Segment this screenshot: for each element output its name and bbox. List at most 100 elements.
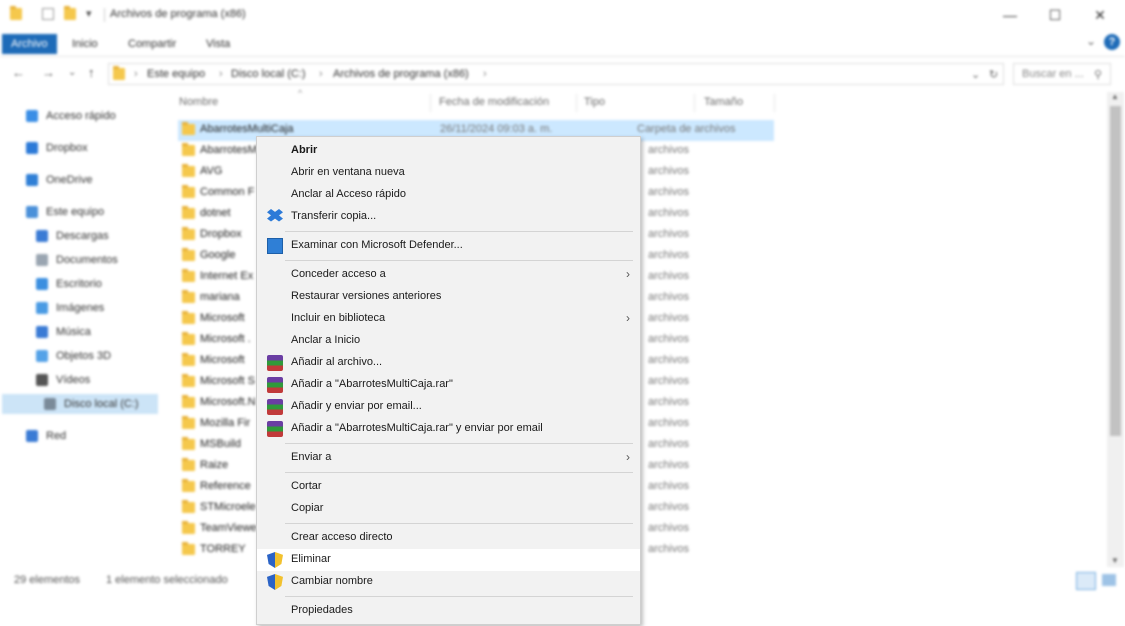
submenu-arrow-icon: ›: [626, 311, 630, 325]
properties-icon[interactable]: [42, 8, 54, 20]
folder-icon: [182, 206, 195, 219]
expand-ribbon-icon[interactable]: ⌄: [1086, 34, 1096, 48]
menu-item-abrir-en-ventana-nueva[interactable]: Abrir en ventana nueva: [257, 162, 640, 184]
menu-item-anadir-al-archivo[interactable]: Añadir al archivo...: [257, 352, 640, 374]
tab-vista[interactable]: Vista: [200, 34, 236, 54]
file-name: Google: [200, 249, 236, 261]
recent-locations-button[interactable]: ⌄: [68, 67, 76, 78]
menu-separator: [285, 260, 633, 261]
vertical-scrollbar[interactable]: ▲ ▼: [1107, 92, 1124, 567]
folder-icon: [182, 290, 195, 303]
submenu-arrow-icon: ›: [626, 450, 630, 464]
folder-icon: [182, 311, 195, 324]
sidebar-item[interactable]: Objetos 3D: [36, 346, 166, 366]
breadcrumb-este-equipo[interactable]: Este equipo: [147, 68, 205, 80]
menu-item-label: Añadir y enviar por email...: [291, 400, 422, 412]
menu-item-anclar-a-inicio[interactable]: Anclar a Inicio: [257, 330, 640, 352]
menu-item-examinar-con-microsoft-defender[interactable]: Examinar con Microsoft Defender...: [257, 235, 640, 257]
new-folder-icon[interactable]: [64, 6, 76, 20]
minimize-button[interactable]: —: [998, 4, 1022, 26]
menu-item-transferir-copia[interactable]: Transferir copia...: [257, 206, 640, 228]
scroll-up-icon[interactable]: ▲: [1111, 92, 1119, 101]
ribbon-tabs: Archivo Inicio Compartir Vista ⌄ ?: [0, 30, 1125, 57]
qa-dropdown-icon[interactable]: ▾: [86, 7, 92, 20]
file-name: Microsoft: [200, 354, 245, 366]
file-name: TORREY: [200, 543, 246, 555]
details-view-icon[interactable]: [1076, 572, 1096, 590]
sidebar-item-label: Descargas: [56, 230, 109, 242]
menu-item-restaurar-versiones-anteriores[interactable]: Restaurar versiones anteriores: [257, 286, 640, 308]
menu-item-eliminar[interactable]: Eliminar: [257, 549, 640, 571]
scrollbar-thumb[interactable]: [1110, 106, 1121, 436]
sidebar-item[interactable]: Acceso rápido: [26, 106, 156, 126]
file-type: archivos: [648, 207, 689, 219]
menu-item-label: Examinar con Microsoft Defender...: [291, 239, 463, 251]
tab-inicio[interactable]: Inicio: [66, 34, 104, 54]
column-tipo[interactable]: Tipo: [584, 96, 605, 108]
sidebar-item[interactable]: OneDrive: [26, 170, 156, 190]
menu-item-enviar-a[interactable]: Enviar a ›: [257, 447, 640, 469]
breadcrumb-disco-local[interactable]: Disco local (C:): [231, 68, 306, 80]
sidebar-item[interactable]: Escritorio: [36, 274, 166, 294]
selection-count: 1 elemento seleccionado: [106, 574, 228, 586]
sidebar-item[interactable]: Disco local (C:): [2, 394, 158, 414]
sidebar-item[interactable]: Imágenes: [36, 298, 166, 318]
menu-item-crear-acceso-directo[interactable]: Crear acceso directo: [257, 527, 640, 549]
sidebar-item[interactable]: Red: [26, 426, 156, 446]
menu-item-label: Añadir a "AbarrotesMultiCaja.rar" y envi…: [291, 422, 543, 434]
menu-item-conceder-acceso-a[interactable]: Conceder acceso a ›: [257, 264, 640, 286]
sidebar-item[interactable]: Dropbox: [26, 138, 156, 158]
up-button[interactable]: ↑: [88, 65, 95, 80]
menu-item-copiar[interactable]: Copiar: [257, 498, 640, 520]
menu-item-anadir-a-abarrotesmulticaja-rar-y-enviar-por-email[interactable]: Añadir a "AbarrotesMultiCaja.rar" y envi…: [257, 418, 640, 440]
file-type: archivos: [648, 270, 689, 282]
large-icons-view-icon[interactable]: [1102, 574, 1116, 586]
column-divider[interactable]: [576, 94, 577, 112]
file-type: archivos: [648, 480, 689, 492]
back-button[interactable]: ←: [12, 65, 25, 80]
help-icon[interactable]: ?: [1104, 34, 1120, 50]
sidebar-item[interactable]: Documentos: [36, 250, 166, 270]
folder-icon: [182, 248, 195, 261]
file-type: archivos: [648, 312, 689, 324]
column-divider[interactable]: [694, 94, 695, 112]
menu-item-incluir-en-biblioteca[interactable]: Incluir en biblioteca ›: [257, 308, 640, 330]
menu-item-abrir[interactable]: Abrir: [257, 140, 640, 162]
menu-item-propiedades[interactable]: Propiedades: [257, 600, 640, 622]
sidebar-item[interactable]: Música: [36, 322, 166, 342]
menu-item-cambiar-nombre[interactable]: Cambiar nombre: [257, 571, 640, 593]
column-fecha[interactable]: Fecha de modificación: [439, 96, 549, 108]
address-bar[interactable]: › Este equipo › Disco local (C:) › Archi…: [108, 63, 1004, 85]
tab-archivo[interactable]: Archivo: [2, 34, 57, 54]
forward-button[interactable]: →: [42, 65, 55, 80]
close-button[interactable]: ✕: [1088, 4, 1112, 26]
file-type: archivos: [648, 438, 689, 450]
menu-item-label: Cortar: [291, 480, 322, 492]
column-tamano[interactable]: Tamaño: [704, 96, 743, 108]
sidebar-item[interactable]: Este equipo: [26, 202, 156, 222]
sidebar-item[interactable]: Vídeos: [36, 370, 166, 390]
file-name: Common F: [200, 186, 255, 198]
sidebar-item[interactable]: Descargas: [36, 226, 166, 246]
menu-item-anadir-a-abarrotesmulticaja-rar[interactable]: Añadir a "AbarrotesMultiCaja.rar": [257, 374, 640, 396]
breadcrumb-archivos-programa[interactable]: Archivos de programa (x86): [333, 68, 469, 80]
menu-item-anclar-al-acceso-rapido[interactable]: Anclar al Acceso rápido: [257, 184, 640, 206]
file-type: archivos: [648, 165, 689, 177]
music-icon: [36, 326, 48, 338]
column-divider[interactable]: [774, 94, 775, 112]
refresh-icon[interactable]: ↻: [989, 68, 998, 81]
tab-compartir[interactable]: Compartir: [122, 34, 182, 54]
column-nombre[interactable]: Nombre: [179, 96, 218, 108]
search-input[interactable]: Buscar en ... ⚲: [1013, 63, 1111, 85]
column-divider[interactable]: [430, 94, 431, 112]
folder-icon: [182, 416, 195, 429]
menu-item-cortar[interactable]: Cortar: [257, 476, 640, 498]
title-divider: [104, 8, 105, 22]
menu-item-anadir-y-enviar-por-email[interactable]: Añadir y enviar por email...: [257, 396, 640, 418]
folder-icon: [182, 353, 195, 366]
sidebar-item-label: Documentos: [56, 254, 118, 266]
onedrive-icon: [26, 174, 38, 186]
maximize-button[interactable]: ☐: [1043, 4, 1067, 26]
address-dropdown-icon[interactable]: ⌄: [971, 68, 980, 81]
scroll-down-icon[interactable]: ▼: [1111, 556, 1119, 565]
